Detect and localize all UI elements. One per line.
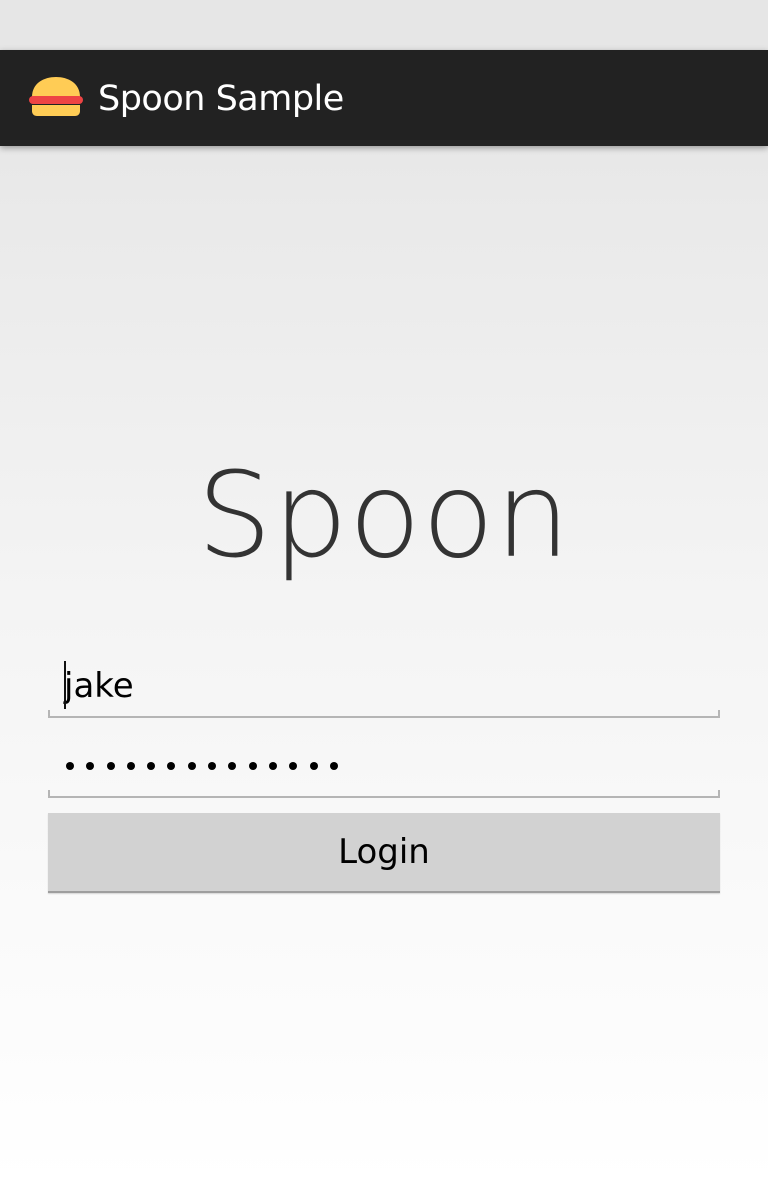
password-dot [248,762,257,770]
password-dot [309,762,318,770]
password-dot [167,762,176,770]
password-dot [268,762,277,770]
text-cursor [64,661,66,709]
password-dot [147,762,156,770]
password-dot [208,762,217,770]
status-bar [0,0,768,50]
password-underline [48,790,720,798]
password-dot [329,762,338,770]
password-dot [126,762,135,770]
password-dot [66,762,74,770]
username-field[interactable]: jake [48,658,720,718]
password-mask[interactable] [66,752,338,780]
spoon-logo-text: Spoon [197,446,571,584]
app-title: Spoon Sample [98,79,344,119]
password-dot [86,762,95,770]
login-button[interactable]: Login [48,813,720,893]
password-dot [289,762,298,770]
username-value[interactable]: jake [64,658,134,714]
password-dot [228,762,237,770]
burger-icon [29,77,83,116]
password-dot [187,762,196,770]
password-field[interactable] [48,738,720,798]
username-underline [48,710,720,718]
action-bar: Spoon Sample [0,50,768,146]
password-dot [106,762,115,770]
